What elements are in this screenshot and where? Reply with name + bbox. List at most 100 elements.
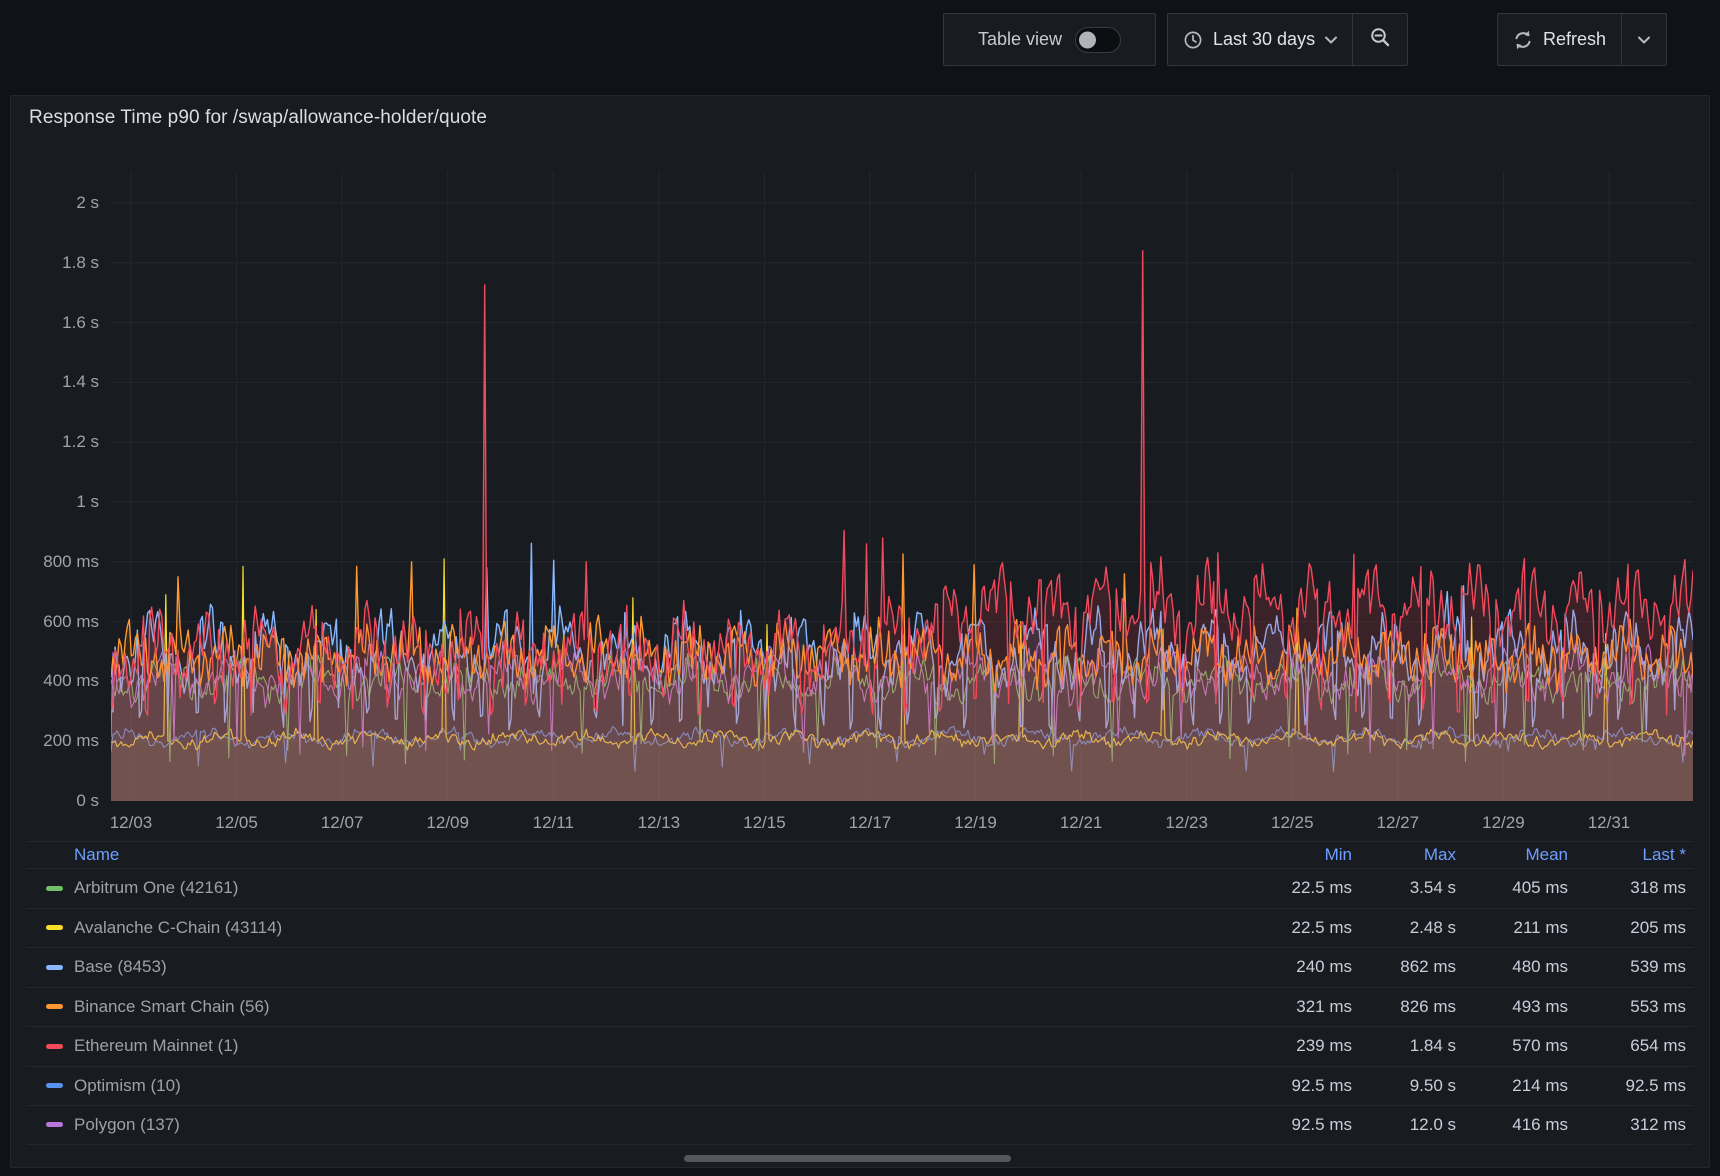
y-axis-tick: 0 s bbox=[11, 790, 99, 812]
x-axis-tick: 12/27 bbox=[1356, 813, 1440, 833]
time-range-group: Last 30 days bbox=[1167, 13, 1408, 66]
x-axis-tick: 12/29 bbox=[1461, 813, 1545, 833]
legend-row: Base (8453) 240 ms862 ms480 ms539 ms bbox=[26, 947, 1694, 987]
legend-series-toggle[interactable]: Arbitrum One (42161) bbox=[46, 878, 1232, 898]
legend-row: Polygon (137)92.5 ms12.0 s416 ms312 ms bbox=[26, 1105, 1694, 1145]
y-axis-tick: 1 s bbox=[11, 491, 99, 513]
x-axis-tick: 12/11 bbox=[511, 813, 595, 833]
legend-table: NameMinMaxMeanLast *Arbitrum One (42161)… bbox=[26, 841, 1694, 1145]
refresh-label: Refresh bbox=[1543, 29, 1606, 50]
refresh-button[interactable]: Refresh bbox=[1498, 14, 1621, 65]
legend-max-value: 9.50 s bbox=[1352, 1076, 1456, 1096]
legend-mean-value: 480 ms bbox=[1456, 957, 1568, 977]
series-color-swatch bbox=[46, 1044, 63, 1049]
timeseries-panel: Response Time p90 for /swap/allowance-ho… bbox=[10, 95, 1710, 1168]
legend-row: Ethereum Mainnet (1) 239 ms1.84 s570 ms65… bbox=[26, 1026, 1694, 1066]
time-range-picker-button[interactable]: Last 30 days bbox=[1168, 14, 1352, 65]
horizontal-scrollbar-thumb[interactable] bbox=[684, 1155, 1011, 1162]
legend-mean-value: 570 ms bbox=[1456, 1036, 1568, 1056]
legend-row: Optimism (10)92.5 ms9.50 s214 ms92.5 ms bbox=[26, 1066, 1694, 1106]
x-axis-tick: 12/03 bbox=[89, 813, 173, 833]
series-color-swatch bbox=[46, 1083, 63, 1088]
x-axis-tick: 12/13 bbox=[617, 813, 701, 833]
legend-header-row: NameMinMaxMeanLast * bbox=[26, 841, 1694, 868]
x-axis-tick: 12/25 bbox=[1250, 813, 1334, 833]
legend-min-value: 92.5 ms bbox=[1232, 1076, 1352, 1096]
legend-column-name[interactable]: Name bbox=[46, 845, 1232, 865]
toggle-knob bbox=[1079, 31, 1096, 48]
legend-max-value: 2.48 s bbox=[1352, 918, 1456, 938]
zoom-out-button[interactable] bbox=[1353, 14, 1407, 65]
table-view-label: Table view bbox=[978, 29, 1062, 50]
panel-title[interactable]: Response Time p90 for /swap/allowance-ho… bbox=[29, 107, 487, 129]
legend-series-name: Avalanche C-Chain (43114) bbox=[74, 918, 282, 938]
legend-min-value: 239 ms bbox=[1232, 1036, 1352, 1056]
timeseries-plot[interactable] bbox=[111, 171, 1693, 801]
magnifier-minus-icon bbox=[1369, 26, 1391, 53]
x-axis-tick: 12/09 bbox=[406, 813, 490, 833]
legend-series-name: Arbitrum One (42161) bbox=[74, 878, 238, 898]
legend-row: Binance Smart Chain (56)321 ms826 ms493 … bbox=[26, 987, 1694, 1027]
legend-series-toggle[interactable]: Polygon (137) bbox=[46, 1115, 1232, 1135]
refresh-group: Refresh bbox=[1497, 13, 1667, 66]
x-axis-tick: 12/19 bbox=[934, 813, 1018, 833]
legend-max-value: 1.84 s bbox=[1352, 1036, 1456, 1056]
legend-column-last[interactable]: Last * bbox=[1568, 845, 1686, 865]
clock-icon bbox=[1183, 30, 1203, 50]
chevron-down-icon bbox=[1638, 36, 1650, 44]
legend-min-value: 240 ms bbox=[1232, 957, 1352, 977]
series-color-swatch bbox=[46, 925, 63, 930]
legend-last-value: 312 ms bbox=[1568, 1115, 1686, 1135]
legend-series-toggle[interactable]: Ethereum Mainnet (1) bbox=[46, 1036, 1232, 1056]
y-axis-tick: 2 s bbox=[11, 192, 99, 214]
legend-mean-value: 493 ms bbox=[1456, 997, 1568, 1017]
legend-max-value: 12.0 s bbox=[1352, 1115, 1456, 1135]
legend-series-toggle[interactable]: Binance Smart Chain (56) bbox=[46, 997, 1232, 1017]
legend-series-name: Ethereum Mainnet (1) bbox=[74, 1036, 238, 1056]
legend-series-name: Binance Smart Chain (56) bbox=[74, 997, 270, 1017]
legend-row: Arbitrum One (42161)22.5 ms3.54 s405 ms3… bbox=[26, 868, 1694, 908]
grafana-dashboard: Table view Last 30 days bbox=[0, 0, 1720, 1176]
x-axis-tick: 12/21 bbox=[1039, 813, 1123, 833]
legend-series-name: Optimism (10) bbox=[74, 1076, 181, 1096]
legend-row: Avalanche C-Chain (43114) 22.5 ms2.48 s21… bbox=[26, 908, 1694, 948]
legend-series-name: Base (8453) bbox=[74, 957, 167, 977]
legend-mean-value: 211 ms bbox=[1456, 918, 1568, 938]
legend-last-value: 539 ms bbox=[1568, 957, 1686, 977]
x-axis-tick: 12/31 bbox=[1567, 813, 1651, 833]
legend-max-value: 862 ms bbox=[1352, 957, 1456, 977]
legend-mean-value: 214 ms bbox=[1456, 1076, 1568, 1096]
table-view-toggle[interactable] bbox=[1075, 27, 1121, 53]
legend-last-value: 205 ms bbox=[1568, 918, 1686, 938]
legend-series-toggle[interactable]: Base (8453) bbox=[46, 957, 1232, 977]
legend-mean-value: 416 ms bbox=[1456, 1115, 1568, 1135]
chevron-down-icon bbox=[1325, 36, 1337, 44]
y-axis-tick: 800 ms bbox=[11, 551, 99, 573]
sync-icon bbox=[1513, 30, 1533, 50]
refresh-interval-dropdown[interactable] bbox=[1622, 14, 1666, 65]
y-axis-tick: 1.6 s bbox=[11, 312, 99, 334]
y-axis-tick: 1.2 s bbox=[11, 431, 99, 453]
legend-last-value: 654 ms bbox=[1568, 1036, 1686, 1056]
legend-max-value: 3.54 s bbox=[1352, 878, 1456, 898]
x-axis-tick: 12/07 bbox=[300, 813, 384, 833]
series-color-swatch bbox=[46, 1122, 63, 1127]
legend-last-value: 553 ms bbox=[1568, 997, 1686, 1017]
x-axis-tick: 12/05 bbox=[195, 813, 279, 833]
legend-column-max[interactable]: Max bbox=[1352, 845, 1456, 865]
y-axis-tick: 400 ms bbox=[11, 670, 99, 692]
legend-min-value: 22.5 ms bbox=[1232, 918, 1352, 938]
legend-column-min[interactable]: Min bbox=[1232, 845, 1352, 865]
x-axis-tick: 12/15 bbox=[722, 813, 806, 833]
legend-series-toggle[interactable]: Avalanche C-Chain (43114) bbox=[46, 918, 1232, 938]
y-axis-tick: 1.8 s bbox=[11, 252, 99, 274]
legend-series-toggle[interactable]: Optimism (10) bbox=[46, 1076, 1232, 1096]
legend-last-value: 318 ms bbox=[1568, 878, 1686, 898]
series-color-swatch bbox=[46, 886, 63, 891]
legend-column-mean[interactable]: Mean bbox=[1456, 845, 1568, 865]
legend-mean-value: 405 ms bbox=[1456, 878, 1568, 898]
series-fill bbox=[111, 251, 1693, 801]
table-view-control: Table view bbox=[943, 13, 1156, 66]
y-axis-tick: 1.4 s bbox=[11, 371, 99, 393]
legend-min-value: 321 ms bbox=[1232, 997, 1352, 1017]
